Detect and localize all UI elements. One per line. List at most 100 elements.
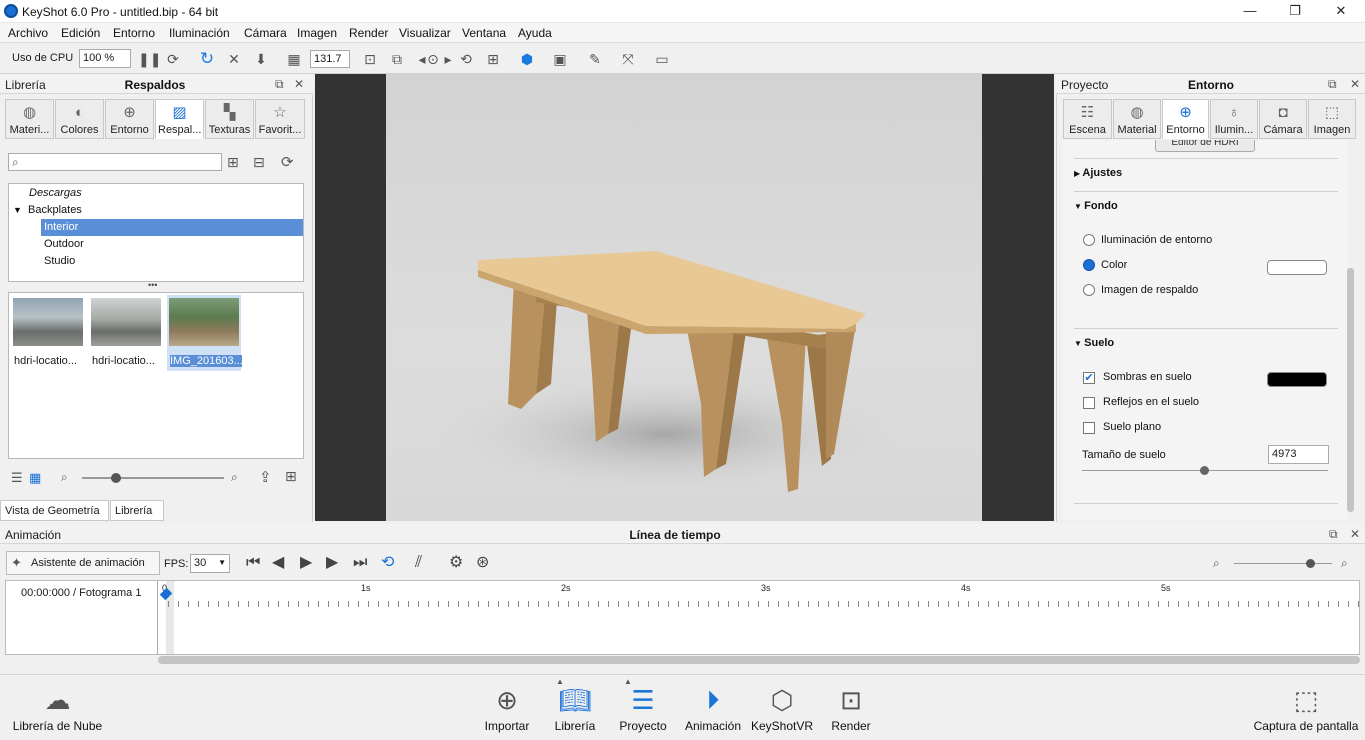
timeline-scrollbar[interactable] <box>158 656 1360 664</box>
minimize-button[interactable]: — <box>1235 2 1265 20</box>
step-back-icon[interactable]: ◀ <box>272 555 284 571</box>
loop-icon[interactable]: ⟲ <box>381 555 394 571</box>
reset-view-icon[interactable]: ↻ <box>198 50 216 68</box>
console-icon[interactable]: ▭ <box>653 50 671 68</box>
slider-handle[interactable] <box>1200 466 1209 475</box>
menu-ventana[interactable]: Ventana <box>462 26 506 40</box>
zoom-in-icon[interactable]: ⌕ <box>1341 556 1348 571</box>
thumbnail-item[interactable]: hdri-locatio... <box>89 295 163 371</box>
zoom-in-icon[interactable]: ⌕ <box>231 470 238 485</box>
tab-geometry-view[interactable]: Vista de Geometría <box>0 500 109 521</box>
rotate-icon[interactable]: ⟲ <box>457 50 475 68</box>
thumbnail-item-selected[interactable]: IMG_201603... <box>167 295 242 371</box>
panel-close-icon[interactable]: ✕ <box>1350 527 1360 541</box>
next-camera-icon[interactable]: ▸ <box>439 50 457 68</box>
zoom-out-icon[interactable]: ⌕ <box>61 470 68 485</box>
project-button[interactable]: ☰ Proyecto <box>613 675 673 740</box>
menu-edicion[interactable]: Edición <box>61 26 100 40</box>
preview-icon[interactable]: ⊛ <box>476 555 489 571</box>
slider-handle[interactable] <box>111 473 121 483</box>
play-icon[interactable]: ▶ <box>300 555 312 571</box>
timeline-track[interactable]: 00:00:000 / Fotograma 1 <box>5 580 1363 655</box>
undock-icon[interactable]: ⧉ <box>1328 77 1337 92</box>
menu-camara[interactable]: Cámara <box>244 26 287 40</box>
zoom-field[interactable]: 131.7 <box>310 50 350 68</box>
section-suelo[interactable]: ▼ Suelo <box>1074 337 1114 349</box>
list-view-icon[interactable]: ☰ <box>11 470 23 486</box>
render-button[interactable]: ⊡ Render <box>821 675 881 740</box>
tab-environments[interactable]: ⊕ Entorno <box>105 99 154 139</box>
skip-end-icon[interactable]: ⏭ <box>353 555 367 571</box>
tree-item-backplates[interactable]: ▼ Backplates <box>9 202 303 219</box>
scale-icon[interactable]: ⤧ <box>619 50 637 68</box>
camera-add-icon[interactable]: ⊡ <box>361 50 379 68</box>
grid-icon[interactable]: ▦ <box>285 50 303 68</box>
import-folder-icon[interactable]: ⊞ <box>285 468 297 485</box>
section-ajustes[interactable]: ▶ Ajustes <box>1074 167 1122 179</box>
panel-close-icon[interactable]: ✕ <box>294 77 304 91</box>
tab-lighting[interactable]: ♁ Ilumin... <box>1210 99 1258 139</box>
panel-close-icon[interactable]: ✕ <box>1350 77 1360 91</box>
menu-ayuda[interactable]: Ayuda <box>518 26 552 40</box>
tab-textures[interactable]: ▚ Texturas <box>205 99 254 139</box>
zoom-out-icon[interactable]: ⌕ <box>1213 556 1220 571</box>
checkbox-ground-shadows[interactable]: ✔ <box>1083 372 1095 384</box>
tab-image[interactable]: ⬚ Imagen <box>1308 99 1356 139</box>
section-fondo[interactable]: ▼ Fondo <box>1074 200 1118 212</box>
fit-view-icon[interactable]: ✕ <box>225 50 243 68</box>
upload-icon[interactable]: ⇪ <box>259 468 272 486</box>
import-button[interactable]: ⊕ Importar <box>477 675 537 740</box>
cloud-library-button[interactable]: ☁ Librería de Nube <box>10 675 105 740</box>
menu-archivo[interactable]: Archivo <box>8 26 48 40</box>
hdri-editor-button[interactable]: Editor de HDRI <box>1155 140 1255 152</box>
tab-materials[interactable]: ◍ Materi... <box>5 99 54 139</box>
presentation-icon[interactable]: ▣ <box>551 50 569 68</box>
radio-backplate[interactable] <box>1083 284 1095 296</box>
tab-scene[interactable]: ☷ Escena <box>1063 99 1112 139</box>
floor-size-input[interactable]: 4973 <box>1268 445 1329 464</box>
restore-button[interactable]: ❐ <box>1280 2 1310 20</box>
shield-icon[interactable]: ⬢ <box>518 50 536 68</box>
tab-camera[interactable]: ◘ Cámara <box>1259 99 1307 139</box>
performance-mode-icon[interactable]: ⟳ <box>164 50 182 68</box>
skip-start-icon[interactable]: ⏮ <box>246 555 260 571</box>
refresh-icon[interactable]: ⟳ <box>281 153 294 171</box>
library-button[interactable]: 📖︎ Librería <box>545 675 605 740</box>
menu-render[interactable]: Render <box>349 26 388 40</box>
slider-handle[interactable] <box>1306 559 1315 568</box>
step-forward-icon[interactable]: ▶ <box>326 555 338 571</box>
checkbox-flat-ground[interactable] <box>1083 422 1095 434</box>
tab-library[interactable]: Librería <box>110 500 164 521</box>
radio-env-lighting[interactable] <box>1083 234 1095 246</box>
tab-backplates[interactable]: ▨ Respal... <box>155 99 204 139</box>
cpu-select[interactable]: 100 % <box>79 49 131 68</box>
tree-item-descargas[interactable]: Descargas <box>9 185 303 202</box>
panel-scrollbar[interactable] <box>1347 268 1354 512</box>
tab-material[interactable]: ◍ Material <box>1113 99 1161 139</box>
fps-select[interactable]: 30 ▼ <box>190 554 230 573</box>
thumb-size-slider[interactable] <box>82 477 224 479</box>
menu-entorno[interactable]: Entorno <box>113 26 155 40</box>
keyshotvr-button[interactable]: ⬡ KeyShotVR <box>750 675 814 740</box>
menu-visualizar[interactable]: Visualizar <box>399 26 451 40</box>
close-button[interactable]: ✕ <box>1326 2 1356 20</box>
menu-iluminacion[interactable]: Iluminación <box>169 26 230 40</box>
camera-list-icon[interactable]: ⧉ <box>388 50 406 68</box>
timeline-zoom-slider[interactable] <box>1234 563 1332 564</box>
tab-colors[interactable]: ◐ Colores <box>55 99 104 139</box>
render-area[interactable] <box>386 74 982 521</box>
splitter-grip[interactable]: ••• <box>148 280 157 290</box>
checkbox-ground-reflections[interactable] <box>1083 397 1095 409</box>
library-search-input[interactable]: ⌕ <box>8 153 222 171</box>
undock-icon[interactable]: ⧉ <box>275 77 284 92</box>
drop-to-ground-icon[interactable]: ⬇ <box>252 50 270 68</box>
gear-icon[interactable]: ⚙ <box>449 555 463 571</box>
tree-item-studio[interactable]: Studio <box>9 253 303 270</box>
radio-color[interactable] <box>1083 259 1095 271</box>
add-folder-icon[interactable]: ⊞ <box>227 154 239 171</box>
tree-item-interior[interactable]: Interior <box>41 219 303 236</box>
grid-view-icon[interactable]: ▦ <box>29 470 41 486</box>
shadow-color-swatch[interactable] <box>1267 372 1327 387</box>
tree-item-outdoor[interactable]: Outdoor <box>9 236 303 253</box>
animation-wizard-button[interactable]: ✦ Asistente de animación <box>6 551 160 575</box>
